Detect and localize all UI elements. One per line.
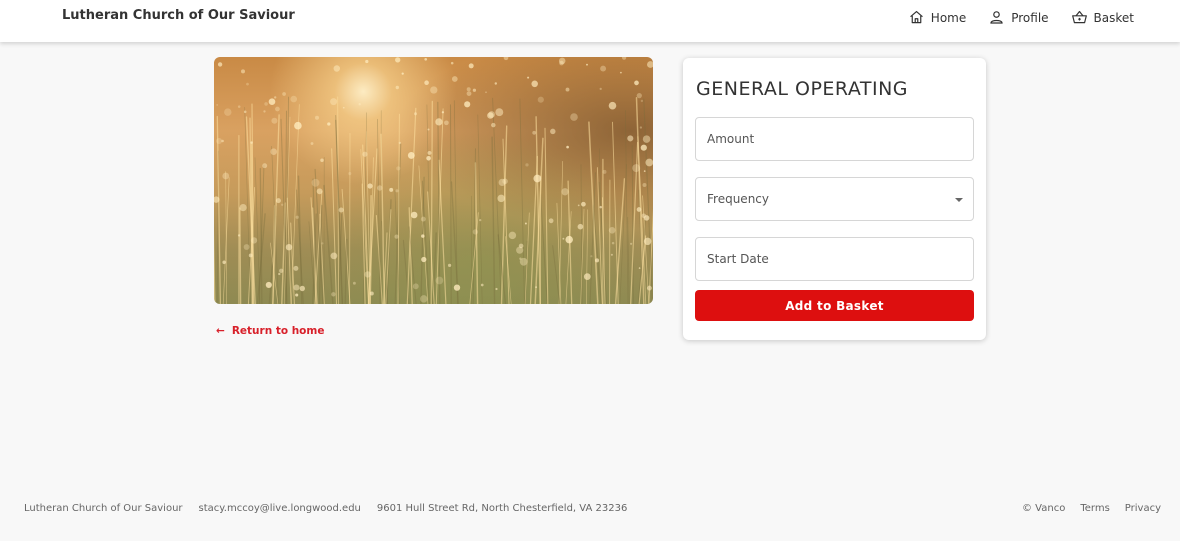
amount-field[interactable]: Amount — [695, 117, 974, 161]
amount-placeholder: Amount — [707, 132, 755, 146]
footer-privacy-link[interactable]: Privacy — [1125, 503, 1161, 514]
start-date-placeholder: Start Date — [707, 252, 769, 266]
nav-profile[interactable]: Profile — [988, 9, 1049, 26]
home-icon — [908, 9, 925, 26]
user-icon — [988, 9, 1005, 26]
footer-info: Lutheran Church of Our Saviour stacy.mcc… — [24, 503, 627, 514]
donation-form-card: GENERAL OPERATING Amount Frequency Start… — [683, 58, 986, 340]
main-nav: Home Profile Basket — [908, 9, 1134, 26]
arrow-left-icon: ← — [216, 325, 225, 337]
add-to-basket-button[interactable]: Add to Basket — [695, 290, 974, 321]
frequency-placeholder: Frequency — [707, 192, 769, 206]
basket-icon — [1071, 9, 1088, 26]
return-home-label: Return to home — [231, 325, 325, 337]
chevron-down-icon — [955, 198, 963, 202]
brand-name[interactable]: Lutheran Church of Our Saviour — [62, 8, 295, 23]
fund-title: GENERAL OPERATING — [696, 78, 909, 100]
footer-terms-link[interactable]: Terms — [1080, 503, 1109, 514]
frequency-select[interactable]: Frequency — [695, 177, 974, 221]
return-home-link[interactable]: ← Return to home — [216, 325, 324, 337]
top-navigation-bar: Lutheran Church of Our Saviour Home Prof… — [0, 0, 1180, 42]
start-date-field[interactable]: Start Date — [695, 237, 974, 281]
nav-basket[interactable]: Basket — [1071, 9, 1134, 26]
nav-home-label: Home — [930, 10, 967, 25]
footer-address: 9601 Hull Street Rd, North Chesterfield,… — [376, 503, 628, 514]
fund-hero-image — [214, 57, 653, 304]
footer-vanco-link[interactable]: © Vanco — [1022, 503, 1065, 514]
nav-home[interactable]: Home — [908, 9, 966, 26]
nav-basket-label: Basket — [1093, 10, 1134, 25]
nav-profile-label: Profile — [1011, 10, 1049, 25]
footer-links: © Vanco Terms Privacy — [1022, 503, 1161, 514]
footer-email[interactable]: stacy.mccoy@live.longwood.edu — [199, 503, 361, 514]
footer-org-name: Lutheran Church of Our Saviour — [24, 503, 183, 514]
grass-illustration — [214, 57, 653, 304]
